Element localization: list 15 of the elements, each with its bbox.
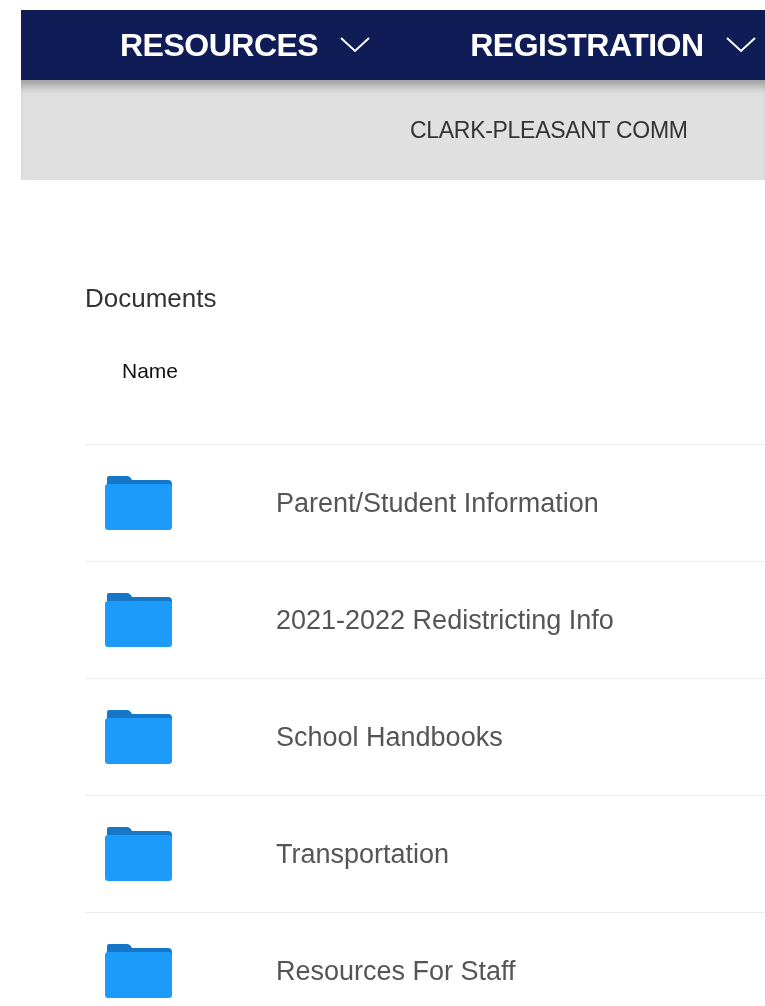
folder-icon	[105, 944, 172, 998]
nav-menu-item[interactable]: REGISTRATION	[470, 26, 756, 64]
nav-menu-item[interactable]: RESOURCES	[120, 26, 371, 64]
section-title: Documents	[85, 283, 218, 314]
folder-link[interactable]: Resources For Staff	[276, 955, 516, 987]
folder-icon	[105, 593, 172, 647]
folder-link[interactable]: Transportation	[276, 838, 450, 870]
folder-link[interactable]: School Handbooks	[276, 721, 503, 753]
folder-icon	[105, 710, 172, 764]
column-header: Name	[122, 359, 179, 382]
folder-icon	[105, 476, 172, 530]
folder-icon	[105, 827, 172, 881]
folder-link[interactable]: Parent/Student Information	[276, 487, 599, 519]
banner-title: CLARK-PLEASANT COMM	[410, 116, 688, 144]
folder-link[interactable]: 2021-2022 Redistricting Info	[276, 604, 614, 636]
